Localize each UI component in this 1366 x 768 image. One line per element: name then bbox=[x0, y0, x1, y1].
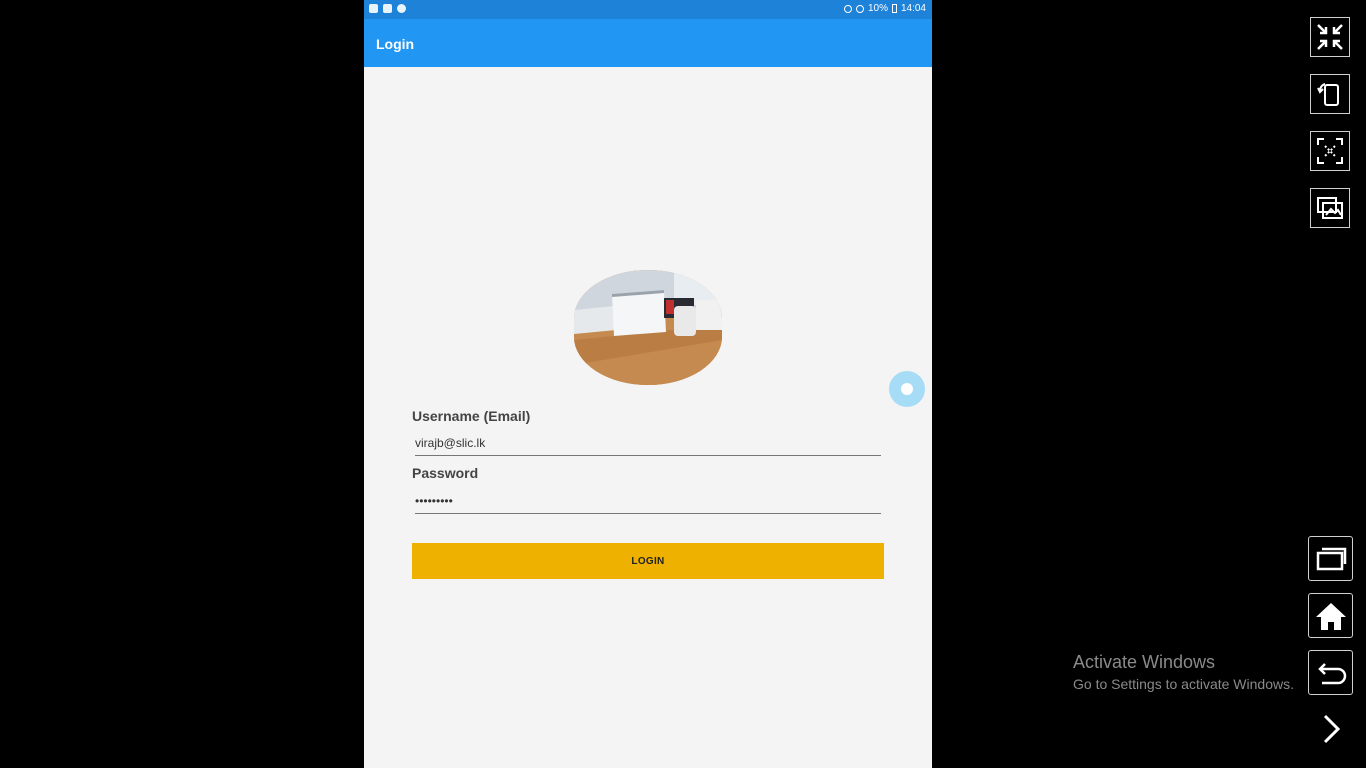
login-button[interactable]: LOGIN bbox=[412, 543, 884, 579]
home-icon bbox=[1315, 602, 1346, 630]
recent-apps-icon bbox=[1316, 547, 1346, 570]
rotate-button[interactable] bbox=[1310, 74, 1350, 114]
desk-photo-image bbox=[574, 270, 722, 385]
status-bar: 10% 14:04 bbox=[364, 0, 932, 19]
page-title: Login bbox=[376, 36, 415, 52]
profile-photo bbox=[574, 270, 722, 385]
username-input[interactable]: virajb@slic.lk bbox=[415, 433, 881, 456]
exit-fullscreen-button[interactable] bbox=[1310, 17, 1350, 57]
assistive-touch-icon[interactable] bbox=[889, 371, 925, 407]
screenshot-button[interactable] bbox=[1310, 131, 1350, 171]
chevron-right-icon[interactable] bbox=[1316, 712, 1346, 746]
notification-icon bbox=[369, 4, 378, 13]
password-label: Password bbox=[412, 465, 479, 481]
battery-icon bbox=[891, 4, 897, 13]
username-label: Username (Email) bbox=[412, 408, 531, 424]
recent-apps-button[interactable] bbox=[1308, 536, 1353, 581]
sync-icon bbox=[397, 4, 406, 13]
exit-fullscreen-icon bbox=[1317, 24, 1343, 50]
wifi-off-icon bbox=[843, 4, 852, 13]
password-input[interactable]: ••••••••• bbox=[415, 491, 881, 514]
rotate-icon bbox=[1317, 83, 1339, 106]
play-icon bbox=[383, 4, 392, 13]
back-button[interactable] bbox=[1308, 650, 1353, 695]
screenshot-icon bbox=[1317, 138, 1343, 164]
gallery-icon bbox=[1317, 197, 1343, 219]
battery-percent: 10% bbox=[867, 3, 888, 14]
home-button[interactable] bbox=[1308, 593, 1353, 638]
watermark-title: Activate Windows bbox=[1073, 652, 1216, 672]
password-value: ••••••••• bbox=[415, 494, 453, 508]
clock: 14:04 bbox=[900, 3, 926, 14]
back-icon bbox=[1317, 662, 1346, 684]
username-value: virajb@slic.lk bbox=[415, 436, 486, 450]
gallery-button[interactable] bbox=[1310, 188, 1350, 228]
device-screen: 10% 14:04 Login Username (Email) virajb@… bbox=[364, 0, 932, 768]
app-bar: Login bbox=[364, 19, 932, 67]
activation-watermark: Activate Windows Go to Settings to activ… bbox=[1073, 652, 1294, 692]
do-not-disturb-icon bbox=[855, 4, 864, 13]
watermark-subtitle: Go to Settings to activate Windows. bbox=[1073, 676, 1294, 692]
